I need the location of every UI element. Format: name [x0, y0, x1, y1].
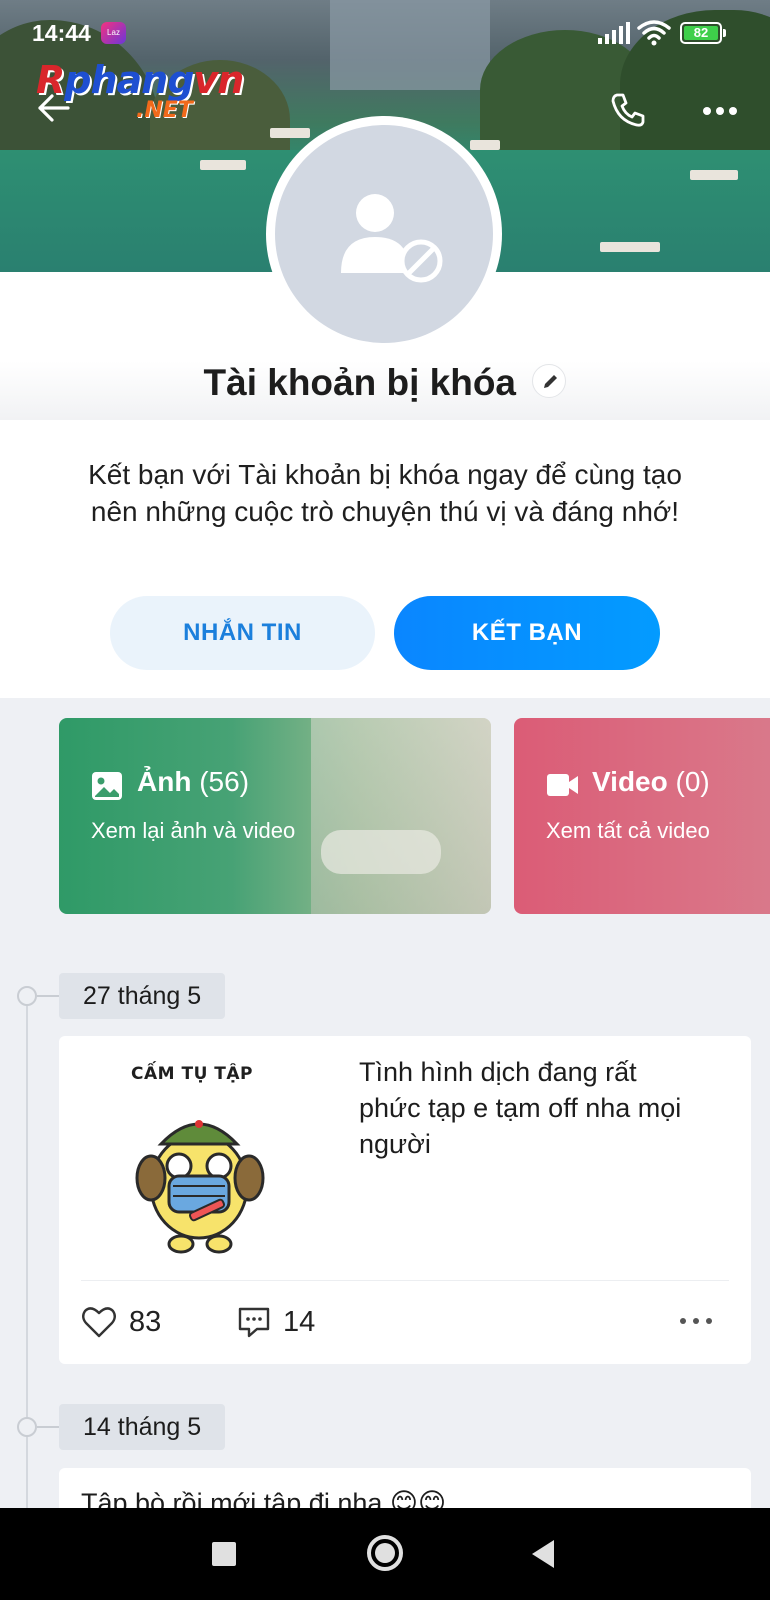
cover-boat — [600, 242, 660, 252]
more-options-button[interactable] — [700, 100, 740, 122]
cover-boat — [200, 160, 246, 170]
lazada-notification-label: Laz — [107, 28, 120, 37]
timeline-dot — [17, 1417, 37, 1437]
call-button[interactable] — [608, 90, 648, 130]
videos-title: Video (0) — [592, 766, 710, 797]
heart-icon — [82, 1307, 116, 1338]
like-count: 83 — [129, 1305, 162, 1338]
timeline-date: 27 tháng 5 — [59, 973, 226, 1019]
pencil-icon — [544, 375, 558, 388]
timeline-post[interactable]: CẤM TỤ TẬP Tình hình dịch đang rất phức … — [59, 1036, 751, 1364]
avatar[interactable] — [275, 125, 493, 343]
system-navigation-bar — [0, 1508, 770, 1600]
post-text: Tình hình dịch đang rất phức tạp e tạm o… — [359, 1057, 682, 1159]
signal-icon — [598, 22, 630, 44]
cover-boat — [270, 128, 310, 138]
edit-name-button[interactable] — [532, 364, 567, 398]
timeline-date: 14 tháng 5 — [59, 1404, 226, 1450]
cover-boat — [470, 140, 500, 150]
image-icon — [92, 772, 122, 800]
comment-icon — [238, 1307, 270, 1338]
videos-count: (0) — [675, 766, 710, 797]
message-button[interactable]: NHẮN TIN — [110, 596, 375, 670]
intro-text: Kết bạn với Tài khoản bị khóa ngay để cù… — [88, 459, 682, 527]
sticker-caption: CẤM TỤ TẬP — [131, 1064, 253, 1084]
system-back-button[interactable] — [532, 1540, 554, 1568]
like-button[interactable]: 83 — [81, 1302, 161, 1342]
back-button[interactable] — [34, 88, 74, 128]
photos-card[interactable]: Ảnh (56) Xem lại ảnh và video — [59, 718, 491, 914]
add-friend-button[interactable]: KẾT BẠN — [394, 596, 660, 670]
cover-boat — [690, 170, 738, 180]
status-bar: 14:44 Laz 82 — [0, 0, 770, 66]
status-time: 14:44 — [32, 20, 91, 46]
post-more-button[interactable] — [679, 1316, 713, 1326]
profile-name-row: Tài khoản bị khóa — [0, 362, 770, 404]
blocked-user-icon — [341, 194, 443, 283]
photos-title: Ảnh (56) — [137, 766, 250, 797]
profile-name: Tài khoản bị khóa — [203, 362, 517, 403]
battery-level: 82 — [693, 25, 709, 40]
timeline-dot — [17, 986, 37, 1006]
photos-count: (56) — [199, 766, 250, 797]
intro-section: Kết bạn với Tài khoản bị khóa ngay để cù… — [0, 420, 770, 698]
battery-icon: 82 — [680, 22, 726, 44]
home-button[interactable] — [367, 1535, 403, 1571]
video-camera-icon — [547, 774, 578, 796]
sticker-image — [135, 1120, 265, 1254]
videos-subtitle: Xem tất cả video — [546, 818, 710, 843]
wifi-icon — [637, 20, 671, 46]
recent-apps-button[interactable] — [212, 1542, 236, 1566]
comment-button[interactable]: 14 — [237, 1302, 315, 1342]
photos-subtitle: Xem lại ảnh và video — [91, 818, 296, 843]
videos-card[interactable]: Video (0) Xem tất cả video — [514, 718, 770, 914]
comment-count: 14 — [283, 1305, 316, 1338]
watermark-domain: .NET — [136, 98, 193, 123]
post-divider — [81, 1280, 729, 1281]
lazada-notification-icon: Laz — [101, 22, 126, 44]
